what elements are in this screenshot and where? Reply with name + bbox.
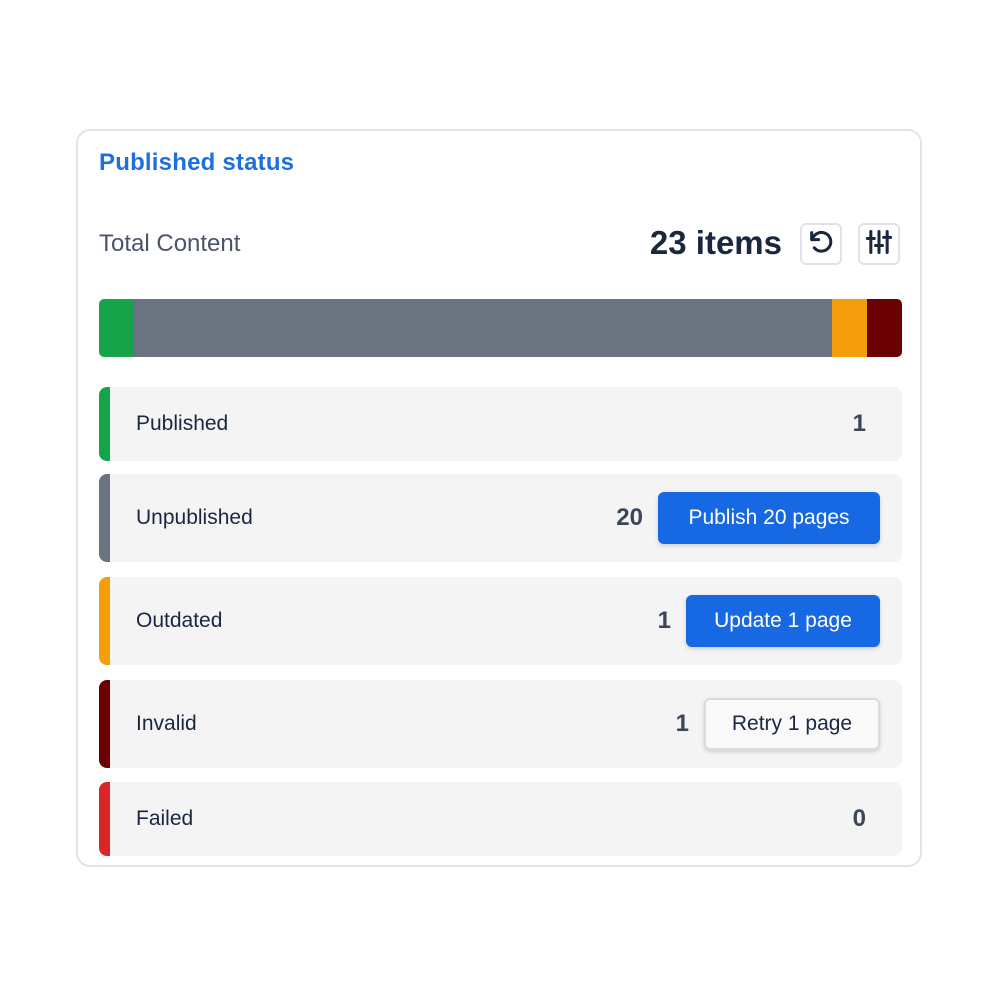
status-label: Unpublished [136,506,253,529]
status-label: Invalid [136,712,197,735]
refresh-button[interactable] [800,223,842,265]
status-color-indicator [99,387,110,461]
status-count: 1 [657,607,671,634]
total-items-count: 23 items [649,224,782,261]
bar-segment-published [99,299,134,357]
total-content-label: Total Content [99,230,241,257]
status-label: Published [136,412,229,435]
status-distribution-bar [99,299,902,357]
card-title: Published status [99,149,295,176]
bar-segment-unpublished [133,299,833,357]
status-count: 1 [675,710,689,737]
status-count: 0 [852,805,866,832]
bar-segment-outdated [832,299,868,357]
status-color-indicator [99,680,110,768]
outdated-action-button[interactable]: Update 1 page [686,595,880,647]
unpublished-action-button[interactable]: Publish 20 pages [658,492,880,544]
status-color-indicator [99,474,110,562]
status-label: Outdated [136,609,223,632]
refresh-icon [807,228,835,261]
status-row-published: Published 1 [99,387,902,461]
status-count: 1 [852,410,866,437]
settings-button[interactable] [858,223,900,265]
status-count: 20 [616,504,643,531]
sliders-icon [865,228,893,261]
status-row-invalid: Invalid Retry 1 page 1 [99,680,902,768]
status-label: Failed [136,807,194,830]
published-status-card: Published status Total Content 23 items … [76,129,922,867]
status-row-unpublished: Unpublished Publish 20 pages 20 [99,474,902,562]
status-color-indicator [99,782,110,856]
bar-segment-invalid [867,299,902,357]
status-row-failed: Failed 0 [99,782,902,856]
status-row-outdated: Outdated Update 1 page 1 [99,577,902,665]
invalid-action-button[interactable]: Retry 1 page [704,698,880,750]
status-color-indicator [99,577,110,665]
